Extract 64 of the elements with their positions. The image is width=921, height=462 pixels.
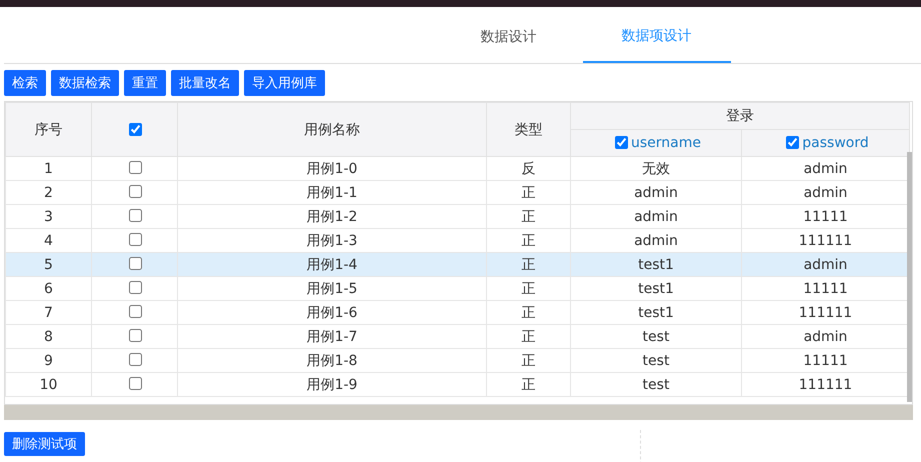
table-cell: 7 (6, 300, 92, 324)
table-cell: 用例1-2 (178, 204, 486, 228)
column-header: 用例名称 (178, 102, 486, 156)
table-cell: 2 (6, 180, 92, 204)
column-header: 序号 (6, 102, 92, 156)
table-cell: test (570, 324, 742, 348)
toolbar-button[interactable]: 批量改名 (171, 70, 239, 96)
table-cell: 正 (486, 372, 570, 396)
row-checkbox[interactable] (128, 328, 142, 342)
table-cell: 1 (6, 156, 92, 180)
table-cell: admin (570, 180, 742, 204)
table-cell: test1 (570, 276, 742, 300)
table-cell: test1 (570, 300, 742, 324)
table-cell: 正 (486, 252, 570, 276)
table-cell: 3 (6, 204, 92, 228)
table-cell: 用例1-9 (178, 372, 486, 396)
table-cell: 无效 (570, 156, 742, 180)
table-cell: 正 (486, 348, 570, 372)
column-group-header: 登录 (570, 102, 910, 130)
table-cell: 5 (6, 252, 92, 276)
table-cell: test (570, 348, 742, 372)
table-cell: 用例1-6 (178, 300, 486, 324)
vertical-scrollbar[interactable] (907, 152, 912, 402)
column-checkbox[interactable] (786, 136, 800, 149)
toolbar-button[interactable]: 数据检索 (51, 70, 119, 96)
table-cell: 用例1-1 (178, 180, 486, 204)
delete-button[interactable]: 删除测试项 (4, 432, 85, 456)
table-cell: 反 (486, 156, 570, 180)
table-cell: 9 (6, 348, 92, 372)
tab[interactable]: 数据设计 (434, 11, 582, 63)
table-cell: 用例1-4 (178, 252, 486, 276)
row-checkbox[interactable] (128, 256, 142, 270)
column-header: 类型 (486, 102, 570, 156)
table-cell: 正 (486, 204, 570, 228)
table-cell: admin (570, 204, 742, 228)
toolbar-button[interactable]: 检索 (4, 70, 46, 96)
table-cell: 正 (486, 180, 570, 204)
table-cell: 8 (6, 324, 92, 348)
horizontal-scrollbar[interactable] (4, 405, 913, 420)
table-cell: 用例1-8 (178, 348, 486, 372)
table-cell: 用例1-5 (178, 276, 486, 300)
row-checkbox[interactable] (128, 184, 142, 198)
row-checkbox[interactable] (128, 376, 142, 390)
table-cell: 正 (486, 276, 570, 300)
table-cell: 正 (486, 300, 570, 324)
table-cell: admin (742, 252, 910, 276)
row-checkbox[interactable] (128, 352, 142, 366)
table-cell: 正 (486, 324, 570, 348)
toolbar-button[interactable]: 重置 (124, 70, 166, 96)
row-checkbox[interactable] (128, 208, 142, 222)
column-checkbox[interactable] (615, 136, 628, 149)
table-cell: test (570, 372, 742, 396)
select-all-checkbox[interactable] (128, 122, 142, 136)
table-cell: test1 (570, 252, 742, 276)
toolbar-button[interactable]: 导入用例库 (244, 70, 325, 96)
row-checkbox[interactable] (128, 160, 142, 174)
table-cell: 10 (6, 372, 92, 396)
table-cell: 用例1-0 (178, 156, 486, 180)
row-checkbox[interactable] (128, 232, 142, 246)
row-checkbox[interactable] (128, 304, 142, 318)
table-cell: 6 (6, 276, 92, 300)
tab[interactable]: 数据项设计 (582, 11, 730, 63)
table-cell: 用例1-7 (178, 324, 486, 348)
row-checkbox[interactable] (128, 280, 142, 294)
